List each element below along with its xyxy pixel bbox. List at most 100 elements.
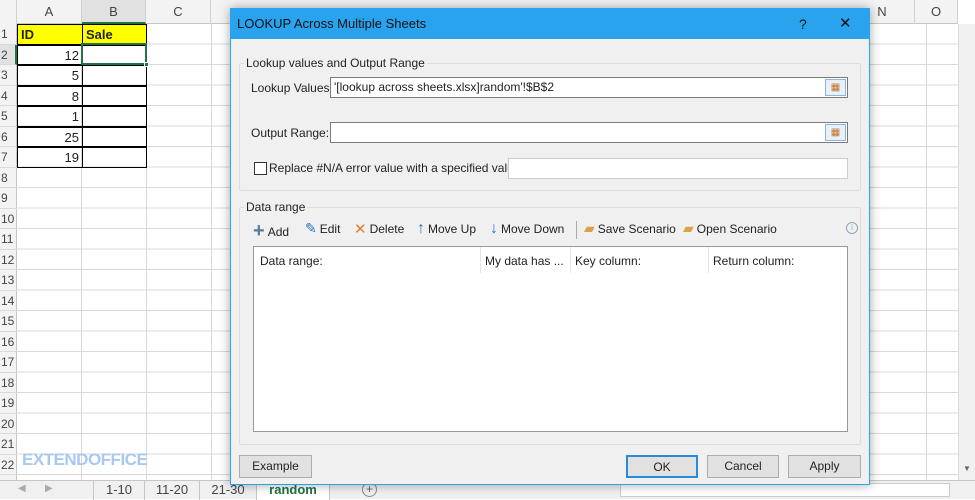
sheet-tab-1-10[interactable]: 1-10 bbox=[93, 481, 145, 500]
row-header[interactable]: 21 bbox=[0, 434, 17, 455]
move-up-button[interactable]: ↑ Move Up bbox=[417, 220, 476, 238]
row-header[interactable]: 4 bbox=[0, 86, 17, 106]
column-data-range[interactable]: Data range: bbox=[260, 254, 323, 268]
cell-id[interactable]: 1 bbox=[17, 106, 83, 127]
open-scenario-label: Open Scenario bbox=[696, 221, 777, 236]
arrow-up-icon: ↑ bbox=[417, 220, 425, 237]
replace-na-label[interactable]: Replace #N/A error value with a specifie… bbox=[269, 161, 524, 175]
toolbar-separator bbox=[576, 221, 577, 239]
row-header[interactable]: 8 bbox=[0, 168, 17, 188]
row-header[interactable]: 7 bbox=[0, 147, 17, 168]
range-picker-icon[interactable]: ▦ bbox=[825, 124, 846, 141]
column-key-column[interactable]: Key column: bbox=[575, 254, 641, 268]
add-button[interactable]: + Add bbox=[253, 220, 289, 243]
move-down-label: Move Down bbox=[501, 222, 565, 236]
save-folder-icon: ▰ bbox=[584, 220, 595, 236]
cell-id[interactable]: 19 bbox=[17, 147, 83, 168]
arrow-down-icon: ↓ bbox=[490, 220, 498, 237]
open-folder-icon: ▰ bbox=[683, 220, 694, 236]
delete-label: Delete bbox=[369, 222, 405, 236]
row-header[interactable]: 22 bbox=[0, 455, 17, 475]
cell-sale[interactable] bbox=[82, 106, 147, 127]
lookup-values-label: Lookup Values: bbox=[251, 81, 333, 95]
row-header[interactable]: 15 bbox=[0, 311, 17, 332]
scroll-down-icon[interactable]: ▼ bbox=[963, 464, 971, 473]
row-header[interactable]: 16 bbox=[0, 332, 17, 352]
tab-scroll-left-icon[interactable]: ◀ bbox=[18, 483, 26, 494]
row-header[interactable]: 3 bbox=[0, 65, 17, 86]
cell-b1[interactable]: Sale bbox=[82, 24, 147, 45]
replace-na-checkbox[interactable] bbox=[254, 162, 267, 175]
row-header[interactable]: 6 bbox=[0, 127, 17, 147]
sheet-tab-11-20[interactable]: 11-20 bbox=[145, 481, 200, 500]
cell-id[interactable]: 25 bbox=[17, 126, 83, 147]
close-button[interactable]: ✕ bbox=[839, 9, 852, 39]
delete-x-icon: ✕ bbox=[354, 221, 367, 238]
lookup-group-label: Lookup values and Output Range bbox=[244, 56, 427, 70]
cell-id[interactable]: 8 bbox=[17, 85, 83, 106]
apply-button[interactable]: Apply bbox=[788, 455, 861, 478]
column-header-b[interactable]: B bbox=[82, 0, 146, 24]
lookup-values-input[interactable]: '[lookup across sheets.xlsx]random'!$B$2… bbox=[330, 77, 848, 98]
row-header[interactable]: 12 bbox=[0, 250, 17, 270]
row-header[interactable]: 17 bbox=[0, 352, 17, 373]
select-all-corner[interactable] bbox=[0, 0, 17, 24]
row-header[interactable]: 20 bbox=[0, 414, 17, 434]
open-scenario-button[interactable]: ▰ Open Scenario bbox=[683, 220, 777, 237]
lookup-dialog: LOOKUP Across Multiple Sheets ? ✕ Lookup… bbox=[230, 8, 870, 485]
cell-id[interactable]: 12 bbox=[17, 44, 83, 65]
range-picker-icon[interactable]: ▦ bbox=[825, 79, 846, 96]
column-header-a[interactable]: A bbox=[17, 0, 82, 24]
row-header[interactable]: 10 bbox=[0, 209, 17, 229]
save-scenario-label: Save Scenario bbox=[597, 221, 676, 236]
fill-handle[interactable] bbox=[144, 62, 149, 67]
edit-label: Edit bbox=[319, 221, 341, 236]
dialog-title-bar: LOOKUP Across Multiple Sheets ? ✕ bbox=[231, 9, 869, 39]
pencil-icon: ✎ bbox=[305, 220, 317, 236]
add-label: Add bbox=[267, 224, 290, 239]
cell-sale[interactable] bbox=[82, 85, 147, 106]
data-range-list[interactable]: Data range: My data has ... Key column: … bbox=[253, 246, 848, 432]
row-header[interactable]: 19 bbox=[0, 393, 17, 414]
row-header[interactable]: 18 bbox=[0, 373, 17, 393]
column-return-column[interactable]: Return column: bbox=[713, 254, 794, 268]
example-button[interactable]: Example bbox=[239, 455, 312, 478]
tab-scroll-right-icon[interactable]: ▶ bbox=[45, 483, 53, 494]
move-up-label: Move Up bbox=[428, 222, 477, 236]
replace-na-value-input[interactable] bbox=[508, 158, 848, 179]
plus-icon: + bbox=[253, 220, 265, 242]
column-header-c[interactable]: C bbox=[146, 0, 211, 24]
data-range-group-label: Data range bbox=[244, 200, 308, 214]
row-header[interactable]: 13 bbox=[0, 270, 17, 291]
row-header[interactable]: 5 bbox=[0, 106, 17, 127]
row-header[interactable]: 2 bbox=[0, 44, 17, 65]
horizontal-scrollbar[interactable] bbox=[620, 483, 950, 497]
cell-id[interactable]: 5 bbox=[17, 65, 83, 86]
extendoffice-watermark: EXTENDOFFICE bbox=[22, 450, 148, 469]
cell-a1[interactable]: ID bbox=[17, 24, 83, 45]
lookup-values-text: '[lookup across sheets.xlsx]random'!$B$2 bbox=[334, 80, 555, 94]
row-headers: 1234567891011121314151617181920212223 bbox=[0, 24, 17, 496]
delete-button[interactable]: ✕ Delete bbox=[354, 220, 404, 238]
column-my-data-has-headers[interactable]: My data has ... bbox=[485, 254, 564, 268]
cell-sale[interactable] bbox=[82, 126, 147, 147]
cell-sale[interactable] bbox=[82, 65, 147, 86]
output-range-label: Output Range: bbox=[251, 126, 330, 140]
cancel-button[interactable]: Cancel bbox=[707, 455, 779, 478]
ok-button[interactable]: OK bbox=[626, 455, 698, 478]
dialog-title: LOOKUP Across Multiple Sheets bbox=[237, 16, 427, 31]
row-header[interactable]: 1 bbox=[0, 24, 17, 45]
row-header[interactable]: 11 bbox=[0, 229, 17, 250]
selected-cell-b2[interactable] bbox=[81, 43, 147, 65]
row-header[interactable]: 9 bbox=[0, 188, 17, 209]
edit-button[interactable]: ✎ Edit bbox=[305, 220, 340, 237]
output-range-input[interactable]: ▦ bbox=[330, 122, 848, 143]
column-header-o[interactable]: O bbox=[915, 0, 958, 24]
row-header[interactable]: 14 bbox=[0, 291, 17, 311]
help-button[interactable]: ? bbox=[799, 9, 807, 39]
save-scenario-button[interactable]: ▰ Save Scenario bbox=[584, 220, 676, 237]
vertical-scrollbar[interactable]: ▼ bbox=[958, 24, 975, 480]
info-icon[interactable]: i bbox=[846, 222, 858, 234]
cell-sale[interactable] bbox=[82, 147, 147, 168]
move-down-button[interactable]: ↓ Move Down bbox=[490, 220, 564, 238]
